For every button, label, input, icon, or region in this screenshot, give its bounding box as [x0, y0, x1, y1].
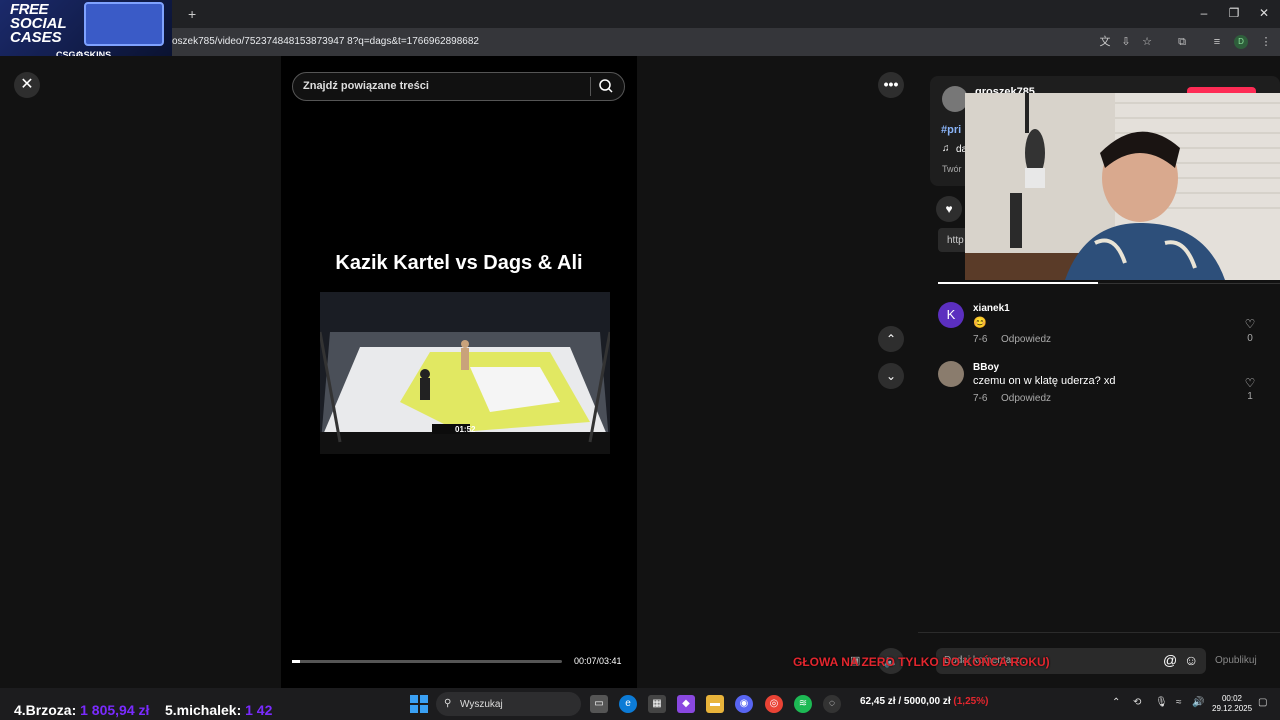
- music-icon: ♫: [942, 143, 950, 154]
- promo-line: CASES: [10, 29, 62, 46]
- discord-icon[interactable]: ◉: [735, 695, 753, 713]
- video-time: 00:07/03:41: [574, 656, 622, 666]
- comment-date: 7-6: [973, 393, 988, 404]
- progress-fill[interactable]: [292, 660, 301, 663]
- balance-percent: (1,25%): [953, 696, 989, 707]
- active-tab-indicator: [938, 282, 1098, 284]
- comment-like-icon[interactable]: ♡: [1243, 317, 1257, 331]
- balance-amount: 62,45 zł / 5000,00 zł: [860, 696, 951, 707]
- store-icon[interactable]: ▦: [648, 695, 666, 713]
- close-video-button[interactable]: ✕: [14, 72, 40, 98]
- progress-track[interactable]: [292, 660, 562, 663]
- stream-goal-text: GŁOWA NA ZERO TYLKO DO KOŃCA ROKU): [793, 655, 1050, 669]
- profile-avatar[interactable]: D: [1234, 35, 1248, 49]
- taskbar-search-icon: ⚲: [444, 698, 452, 709]
- clock-time: 00:02: [1221, 694, 1243, 703]
- case-image: [84, 2, 164, 46]
- sync-icon[interactable]: ⟲: [1133, 697, 1141, 708]
- comment-like-count: 0: [1247, 333, 1253, 344]
- obs-icon[interactable]: ◌: [823, 695, 841, 713]
- link-text[interactable]: http: [947, 235, 964, 246]
- next-video-button[interactable]: ⌄: [878, 363, 904, 389]
- donation-balance: 62,45 zł / 5000,00 zł (1,25%): [860, 696, 988, 707]
- video-title: Kazik Kartel vs Dags & Ali: [335, 252, 583, 274]
- emoji-icon[interactable]: ☺: [1184, 652, 1198, 668]
- search-divider: [590, 77, 591, 96]
- extensions-icon[interactable]: ⧉: [1175, 35, 1189, 49]
- comment-text: 😊: [973, 317, 987, 329]
- previous-video-button[interactable]: ⌃: [878, 326, 904, 352]
- notifications-icon[interactable]: ▢: [1258, 697, 1267, 708]
- related-search-placeholder: Znajdź powiązane treści: [303, 80, 429, 92]
- comment-like-icon[interactable]: ♡: [1243, 376, 1257, 390]
- bookmark-star-icon[interactable]: ☆: [1140, 35, 1154, 49]
- new-tab-button[interactable]: +: [188, 6, 196, 22]
- scoreboard-time: 01:52: [455, 425, 476, 434]
- comment-username[interactable]: xianek1: [973, 303, 1010, 314]
- publish-button[interactable]: Opublikuj: [1215, 655, 1257, 666]
- close-window-button[interactable]: ✕: [1249, 6, 1279, 20]
- maximize-button[interactable]: ❐: [1219, 6, 1249, 20]
- ticker-label: 5.michalek:: [164, 702, 242, 718]
- comment-like-count: 1: [1247, 391, 1253, 402]
- copilot-icon[interactable]: ◆: [677, 695, 695, 713]
- speaker-icon[interactable]: 🔊: [1192, 697, 1204, 708]
- edge-icon[interactable]: e: [619, 695, 637, 713]
- comment-avatar[interactable]: K: [938, 302, 964, 328]
- install-icon[interactable]: ⇩: [1119, 35, 1133, 49]
- donation-ticker: 4.Brzoza: 1 805,94 zł 5.michalek: 1 42: [14, 702, 272, 718]
- search-icon[interactable]: [598, 78, 614, 94]
- taskbar-search-text: Wyszukaj: [460, 699, 503, 710]
- reply-button[interactable]: Odpowiedz: [1001, 393, 1051, 404]
- heart-icon[interactable]: ♥: [936, 196, 962, 222]
- spotify-icon[interactable]: ≋: [794, 695, 812, 713]
- microphone-icon[interactable]: 🎙: [1155, 697, 1168, 708]
- comment-date: 7-6: [973, 334, 988, 345]
- wifi-icon[interactable]: ≈: [1176, 697, 1182, 708]
- url-text[interactable]: oszek785/video/752374848153873947 8?q=da…: [172, 36, 479, 47]
- webcam-overlay: [965, 93, 1280, 280]
- comment-avatar[interactable]: [938, 361, 964, 387]
- comment-username[interactable]: BBoy: [973, 362, 999, 373]
- ticker-value: 1 42: [245, 702, 273, 718]
- translate-icon[interactable]: 文: [1098, 35, 1112, 49]
- system-clock[interactable]: 00:02 29.12.2025: [1212, 694, 1252, 714]
- windows-start-icon[interactable]: [410, 695, 428, 713]
- minimize-button[interactable]: –: [1189, 6, 1219, 20]
- more-options-button[interactable]: •••: [878, 72, 904, 98]
- task-view-icon[interactable]: ▭: [590, 695, 608, 713]
- creator-label: Twór: [942, 164, 962, 174]
- taskbar-search[interactable]: [436, 692, 581, 716]
- streamer-webcam-image: [965, 93, 1280, 280]
- file-explorer-icon[interactable]: ▬: [706, 695, 724, 713]
- chrome-icon[interactable]: ◎: [765, 695, 783, 713]
- comment-text: czemu on w klatę uderza? xd: [973, 375, 1116, 387]
- mention-icon[interactable]: @: [1163, 652, 1177, 668]
- media-icon[interactable]: ≡: [1210, 35, 1224, 49]
- video-frame[interactable]: 01:52: [320, 292, 610, 454]
- tray-chevron-icon[interactable]: ⌃: [1112, 697, 1120, 708]
- reply-button[interactable]: Odpowiedz: [1001, 334, 1051, 345]
- ticker-value: 1 805,94 zł: [80, 702, 150, 718]
- ticker-label: 4.Brzoza:: [14, 702, 77, 718]
- clock-date: 29.12.2025: [1212, 704, 1253, 713]
- hashtag-link[interactable]: #pri: [941, 124, 961, 136]
- browser-menu-icon[interactable]: ⋮: [1259, 35, 1273, 49]
